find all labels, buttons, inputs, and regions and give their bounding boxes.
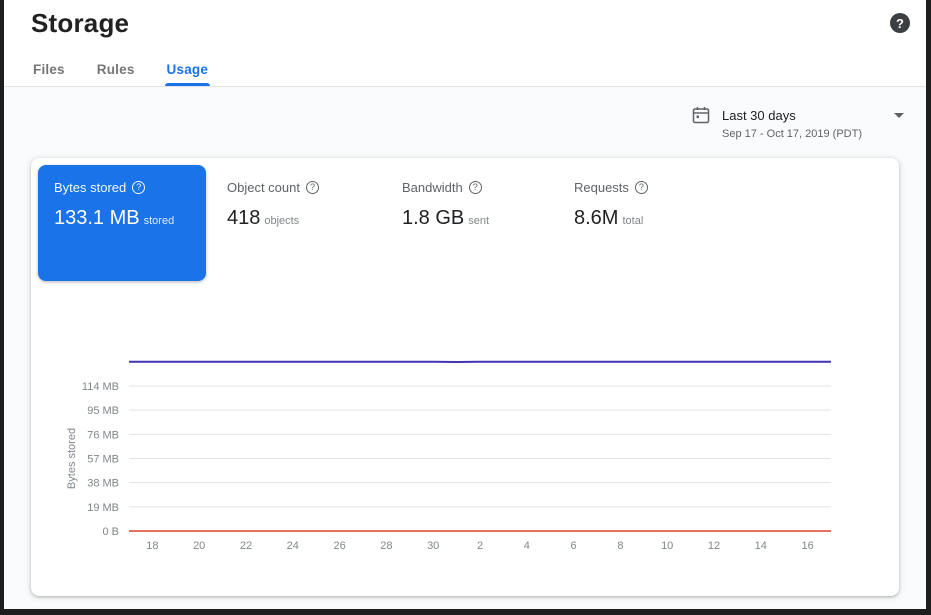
metric-value: 133.1 MB xyxy=(54,207,140,229)
metric-bandwidth[interactable]: Bandwidth ? 1.8 GB sent xyxy=(402,180,489,230)
metric-label: Requests xyxy=(574,180,629,195)
metric-help-icon[interactable]: ? xyxy=(469,181,482,194)
bytes-stored-line-chart: 0 B19 MB38 MB57 MB76 MB95 MB114 MB182022… xyxy=(61,340,881,580)
metric-unit: stored xyxy=(144,215,175,227)
svg-text:30: 30 xyxy=(427,540,439,552)
help-glyph: ? xyxy=(896,16,904,31)
tab-files[interactable]: Files xyxy=(31,58,67,86)
metric-object-count[interactable]: Object count ? 418 objects xyxy=(227,180,319,230)
svg-text:16: 16 xyxy=(801,540,813,552)
date-range-preset: Last 30 days xyxy=(722,108,888,123)
svg-text:14: 14 xyxy=(755,540,767,552)
svg-text:114 MB: 114 MB xyxy=(82,381,119,393)
svg-text:12: 12 xyxy=(708,540,720,552)
svg-text:26: 26 xyxy=(333,540,345,552)
svg-text:57 MB: 57 MB xyxy=(87,454,119,466)
svg-text:22: 22 xyxy=(240,540,252,552)
svg-text:28: 28 xyxy=(380,540,392,552)
metric-help-icon[interactable]: ? xyxy=(132,181,145,194)
metric-unit: objects xyxy=(264,215,299,227)
tab-bar: Files Rules Usage xyxy=(31,58,210,86)
metric-tile-bytes-stored[interactable]: Bytes stored ? 133.1 MB stored xyxy=(38,165,206,281)
svg-text:95 MB: 95 MB xyxy=(87,405,119,417)
usage-card: Bytes stored ? 133.1 MB stored Object cou… xyxy=(31,158,899,596)
metric-unit: sent xyxy=(468,215,489,227)
svg-text:19 MB: 19 MB xyxy=(87,502,119,514)
svg-text:6: 6 xyxy=(571,540,577,552)
metric-value: 1.8 GB xyxy=(402,207,464,229)
chevron-down-icon[interactable] xyxy=(894,113,904,118)
svg-text:10: 10 xyxy=(661,540,673,552)
metric-value: 8.6M xyxy=(574,207,618,229)
help-icon[interactable]: ? xyxy=(890,13,910,33)
metric-value: 418 xyxy=(227,207,260,229)
metric-unit: total xyxy=(622,215,643,227)
date-range-selector[interactable]: Last 30 days Sep 17 - Oct 17, 2019 (PDT) xyxy=(692,106,904,140)
svg-text:8: 8 xyxy=(617,540,623,552)
svg-text:Bytes stored: Bytes stored xyxy=(66,428,78,489)
svg-text:24: 24 xyxy=(287,540,299,552)
tabs-divider xyxy=(4,86,926,87)
metric-label: Bandwidth xyxy=(402,180,463,195)
svg-text:76 MB: 76 MB xyxy=(87,429,119,441)
metric-help-icon[interactable]: ? xyxy=(306,181,319,194)
svg-text:4: 4 xyxy=(524,540,530,552)
svg-text:38 MB: 38 MB xyxy=(87,478,119,490)
svg-text:2: 2 xyxy=(477,540,483,552)
svg-text:20: 20 xyxy=(193,540,205,552)
tab-usage[interactable]: Usage xyxy=(165,58,211,86)
svg-text:18: 18 xyxy=(146,540,158,552)
metric-label: Object count xyxy=(227,180,300,195)
page-title: Storage xyxy=(31,8,129,39)
app-frame: Storage ? Files Rules Usage Last 30 days… xyxy=(0,0,931,615)
metric-requests[interactable]: Requests ? 8.6M total xyxy=(574,180,648,230)
tab-rules[interactable]: Rules xyxy=(95,58,137,86)
calendar-icon xyxy=(692,106,710,124)
svg-text:0 B: 0 B xyxy=(102,526,119,538)
metric-help-icon[interactable]: ? xyxy=(635,181,648,194)
metric-label: Bytes stored xyxy=(54,180,126,195)
date-range-detail: Sep 17 - Oct 17, 2019 (PDT) xyxy=(722,128,904,140)
